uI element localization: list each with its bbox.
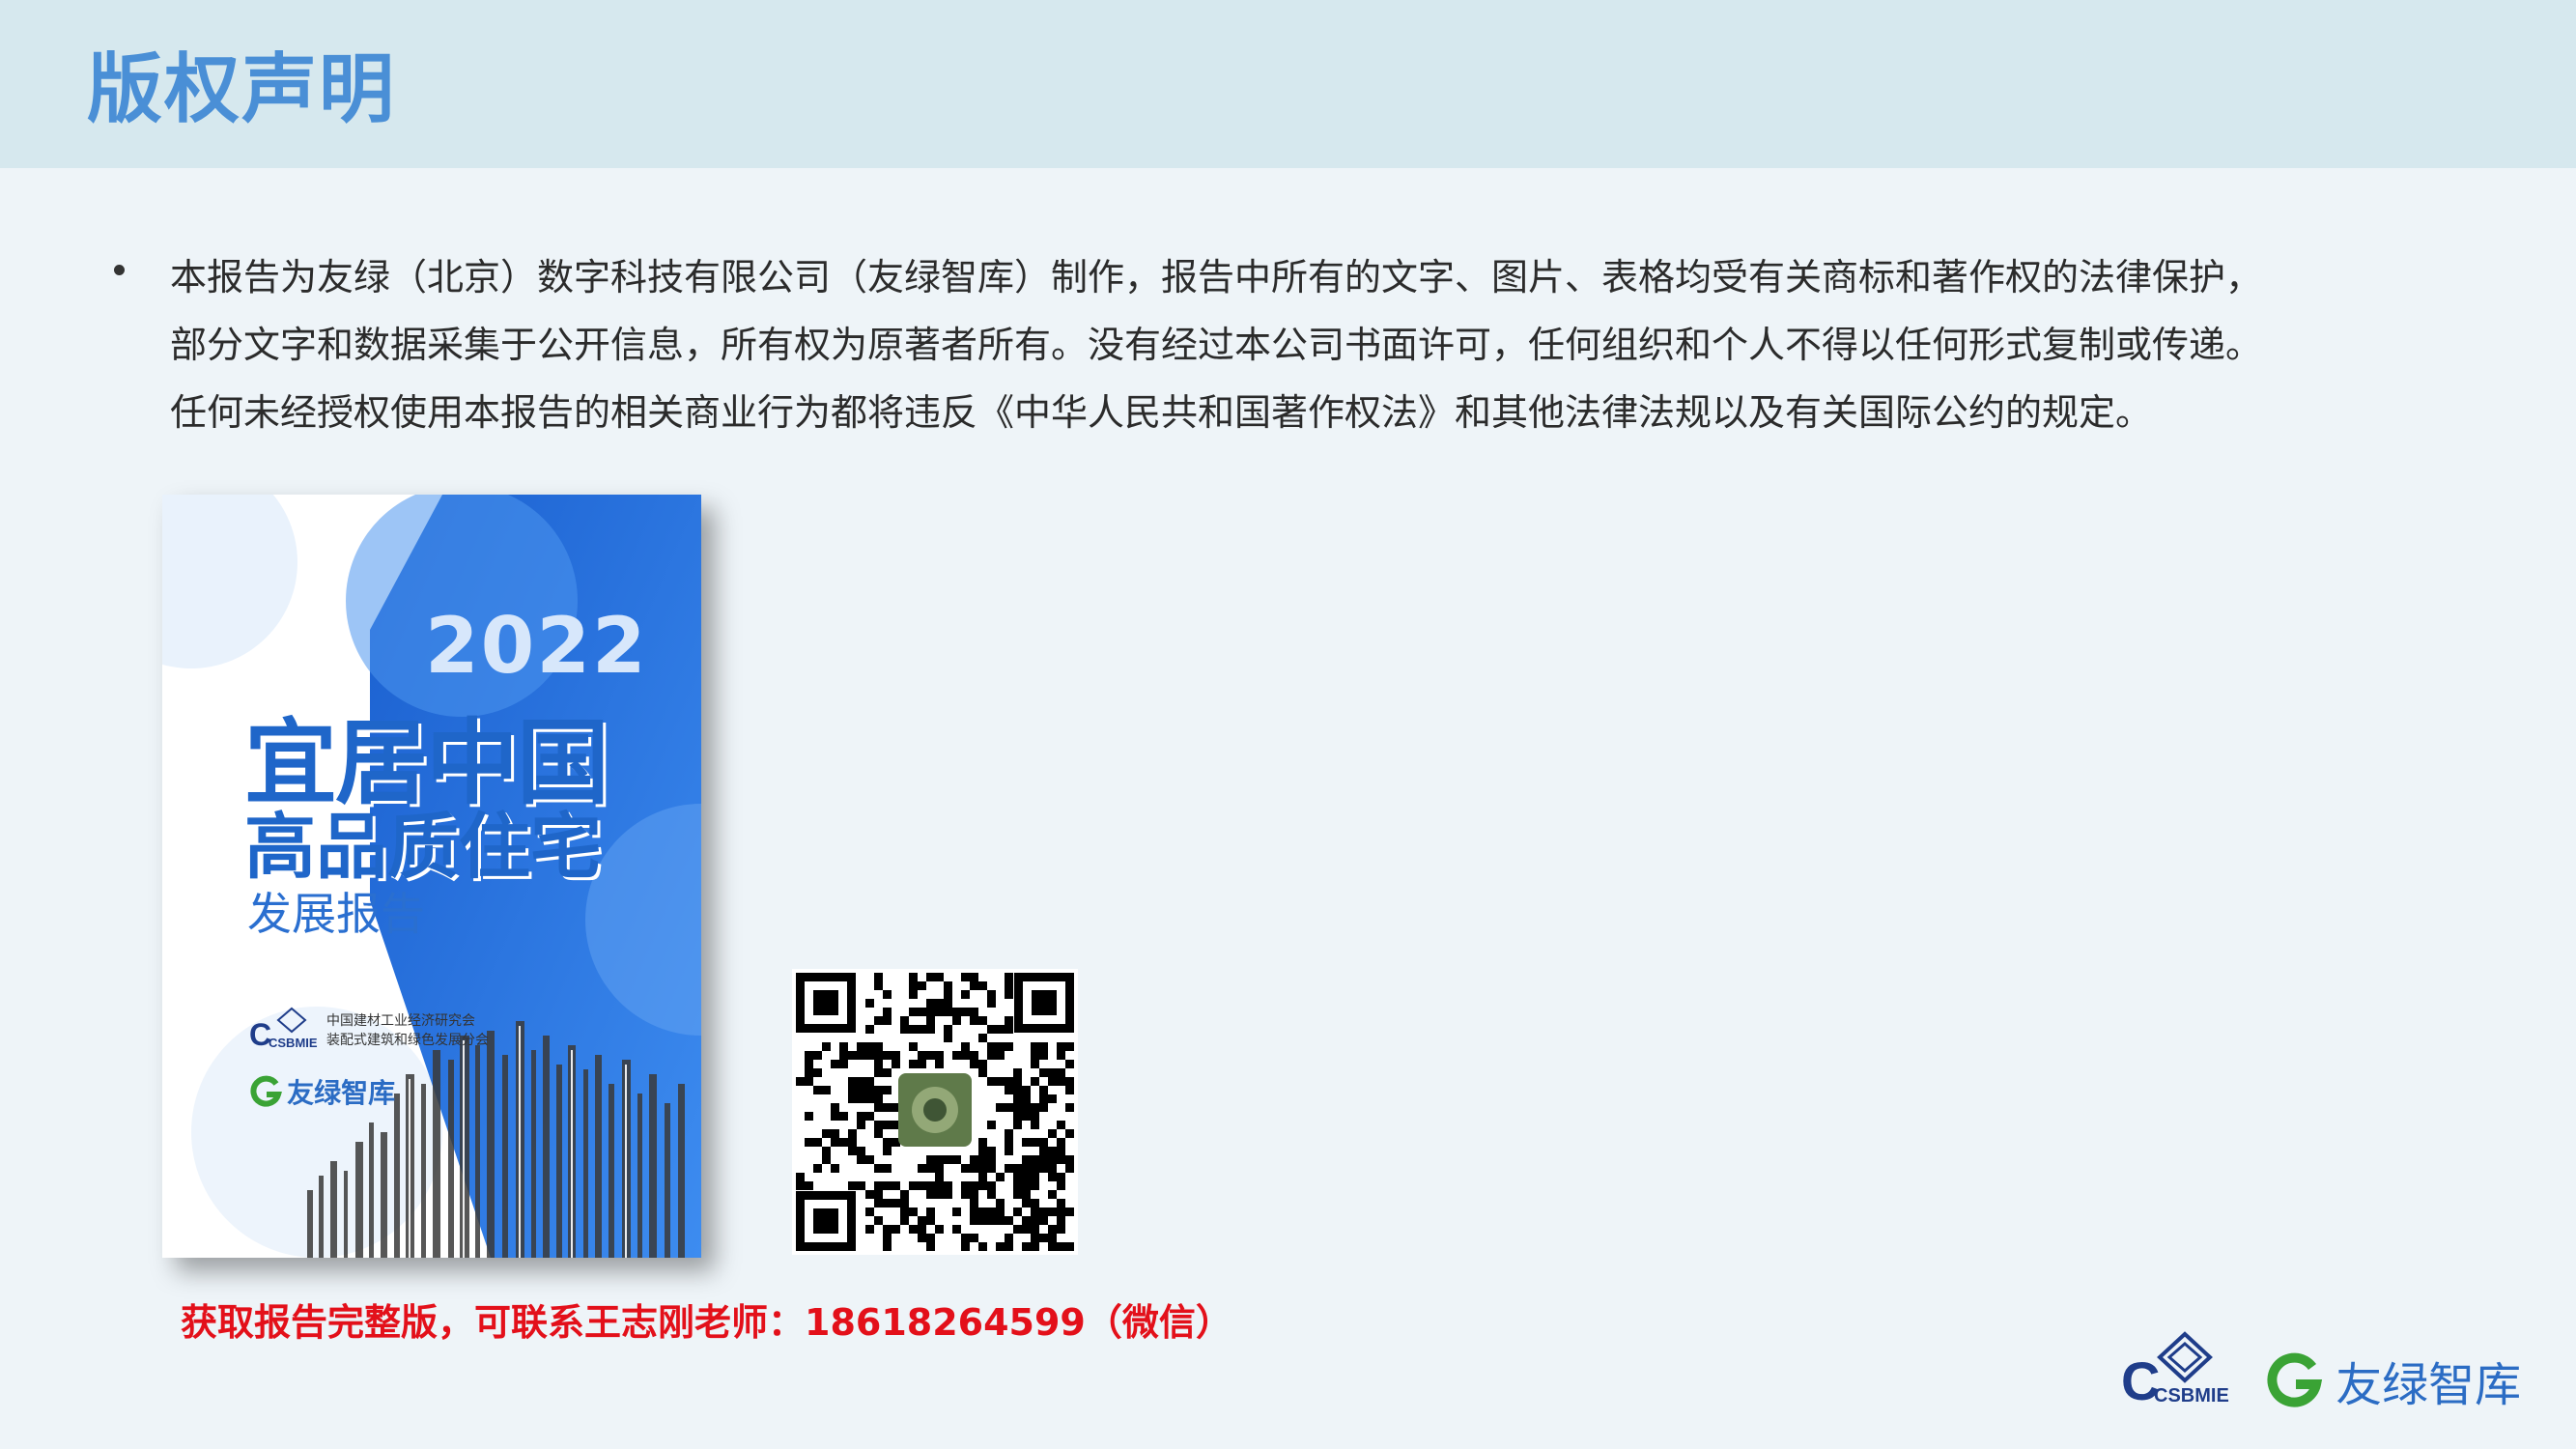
csbmie-logo: C CSBMIE [2121,1331,2229,1406]
cover-title-line2: 高品质住宅 [244,806,602,889]
page-title: 版权声明 [87,46,397,133]
brand-logo-text: 友绿智库 [2335,1358,2522,1412]
cover-subtitle: 发展报告 [247,888,425,940]
statement-line: 任何未经授权使用本报告的相关商业行为都将违反《中华人民共和国著作权法》和其他法律… [170,391,2153,434]
cover-brand-logo: 友绿智库 [249,1072,395,1111]
cover-org-line2: 装配式建筑和绿色发展分会 [326,1033,489,1048]
brand-logo: 友绿智库 [2265,1347,2521,1414]
header-bar: 版权声明 [0,0,2576,168]
cover-org-line1: 中国建材工业经济研究会 [326,1013,475,1029]
statement-line: 部分文字和数据采集于公开信息，所有权为原著者所有。没有经过本公司书面许可，任何组… [170,324,2263,366]
qr-code-image [792,969,1078,1255]
copyright-statement: 本报告为友绿（北京）数字科技有限公司（友绿智库）制作，报告中所有的文字、图片、表… [114,243,2335,446]
brand-g-icon [2267,1352,2323,1407]
svg-text:CSBMIE: CSBMIE [269,1036,318,1050]
cover-organization: 中国建材工业经济研究会 装配式建筑和绿色发展分会 [326,1011,489,1050]
brand-g-icon [250,1075,282,1107]
report-cover-image: 2022 宜居中国 高品质住宅 发展报告 C CSBMIE 中国建材工业经济研究… [162,495,701,1258]
contact-info: 获取报告完整版，可联系王志刚老师：18618264599（微信） [181,1301,1232,1344]
svg-text:CSBMIE: CSBMIE [2154,1385,2229,1406]
cover-brand-text: 友绿智库 [287,1077,396,1109]
statement-line: 本报告为友绿（北京）数字科技有限公司（友绿智库）制作，报告中所有的文字、图片、表… [170,256,2263,298]
cover-csbmie-logo: C CSBMIE [249,1007,318,1052]
cover-year: 2022 [425,601,648,691]
bullet-icon [114,265,125,275]
